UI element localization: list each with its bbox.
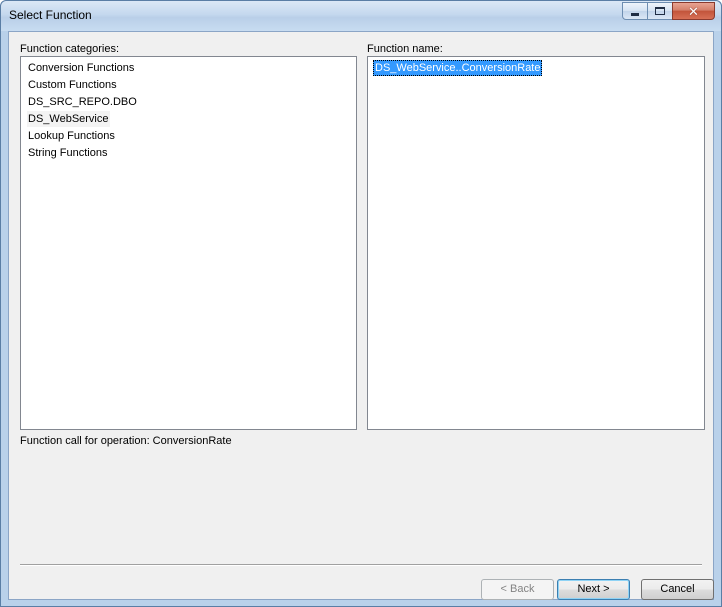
title-bar[interactable]: Select Function ✕	[1, 1, 721, 31]
cancel-button[interactable]: Cancel	[641, 579, 714, 600]
button-separator	[20, 564, 702, 566]
category-item[interactable]: Custom Functions	[27, 77, 118, 93]
dialog-client-area: Function categories: Conversion Function…	[8, 31, 714, 600]
select-function-window: Select Function ✕ Function categories: C…	[0, 0, 722, 607]
function-call-description: Function call for operation: ConversionR…	[20, 435, 232, 447]
close-icon: ✕	[688, 3, 699, 19]
minimize-icon	[631, 12, 639, 16]
next-button[interactable]: Next >	[557, 579, 630, 600]
function-categories-label: Function categories:	[20, 43, 120, 55]
close-button[interactable]: ✕	[672, 2, 715, 20]
maximize-icon	[655, 7, 665, 15]
category-item[interactable]: DS_WebService	[27, 111, 110, 127]
window-controls: ✕	[622, 2, 715, 20]
category-item[interactable]: Conversion Functions	[27, 60, 135, 76]
maximize-button[interactable]	[647, 2, 673, 20]
function-item[interactable]: DS_WebService..ConversionRate	[373, 60, 543, 76]
category-item[interactable]: Lookup Functions	[27, 128, 116, 144]
window-title: Select Function	[9, 8, 92, 22]
function-categories-list[interactable]: Conversion Functions Custom Functions DS…	[20, 56, 357, 430]
function-name-list[interactable]: DS_WebService..ConversionRate	[367, 56, 705, 430]
minimize-button[interactable]	[622, 2, 648, 20]
back-button[interactable]: < Back	[481, 579, 554, 600]
function-name-label: Function name:	[367, 43, 443, 55]
category-item[interactable]: String Functions	[27, 145, 108, 161]
category-item[interactable]: DS_SRC_REPO.DBO	[27, 94, 138, 110]
